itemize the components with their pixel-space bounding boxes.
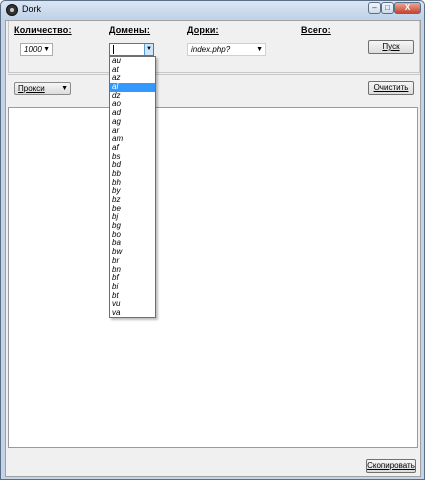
results-textarea[interactable] <box>8 107 418 448</box>
total-label: Всего: <box>301 25 331 35</box>
chevron-down-icon: ▼ <box>43 46 50 53</box>
domains-label: Домены: <box>109 25 151 35</box>
domains-dropdown-list[interactable]: au at az al dz ao ad ag ar am af bs bd bb bh by bz be bj bg… <box>109 56 156 318</box>
count-label: Количество: <box>14 25 72 35</box>
client-area: Количество: 1000 ▼ Домены: ▼ Дорки: inde… <box>5 20 421 477</box>
close-button[interactable]: X <box>394 2 421 14</box>
dorks-label: Дорки: <box>187 25 219 35</box>
start-button[interactable]: Пуск <box>368 40 414 54</box>
maximize-button[interactable]: □ <box>381 2 394 14</box>
window-title: Dork <box>22 4 42 14</box>
minimize-button[interactable]: – <box>368 2 381 14</box>
chevron-down-icon: ▼ <box>256 46 263 53</box>
dorks-value: index.php? <box>191 45 231 54</box>
dorks-select[interactable]: index.php? ▼ <box>187 43 266 56</box>
proxy-label: Прокси <box>18 84 45 93</box>
copy-button[interactable]: Скопировать <box>366 459 416 473</box>
app-icon <box>6 4 18 16</box>
proxy-select[interactable]: Прокси ▼ <box>14 82 71 95</box>
domain-option[interactable]: va <box>110 308 155 317</box>
chevron-down-icon[interactable]: ▼ <box>144 44 153 55</box>
app-window: Dork – □ X Количество: 1000 ▼ Домены: ▼ … <box>0 0 425 480</box>
count-value: 1000 <box>24 45 42 54</box>
domains-combo[interactable]: ▼ <box>109 43 154 56</box>
clear-button[interactable]: Очистить <box>368 81 414 95</box>
title-bar[interactable]: Dork – □ X <box>1 1 424 19</box>
separator <box>8 74 420 75</box>
count-select[interactable]: 1000 ▼ <box>20 43 53 56</box>
text-cursor <box>113 45 114 55</box>
chevron-down-icon: ▼ <box>61 85 68 92</box>
